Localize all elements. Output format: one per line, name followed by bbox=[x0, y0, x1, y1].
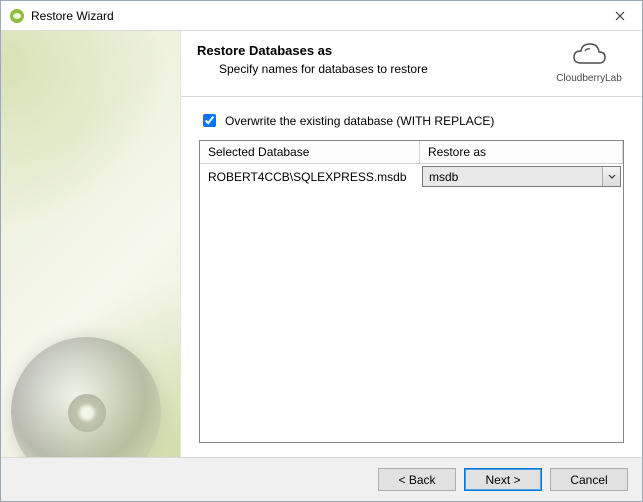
brand-logo: CloudberryLab bbox=[552, 41, 626, 84]
restore-as-input[interactable] bbox=[423, 167, 602, 186]
cell-restore-as bbox=[420, 164, 623, 189]
main-panel: Restore Databases as Specify names for d… bbox=[181, 31, 642, 457]
restore-as-combo[interactable] bbox=[422, 166, 621, 187]
overwrite-checkbox[interactable] bbox=[203, 114, 216, 127]
brand-label: CloudberryLab bbox=[556, 73, 622, 84]
window-title: Restore Wizard bbox=[31, 9, 597, 23]
titlebar: Restore Wizard bbox=[1, 1, 642, 31]
content-area: Overwrite the existing database (WITH RE… bbox=[181, 97, 642, 457]
next-button[interactable]: Next > bbox=[464, 468, 542, 491]
cell-selected-database: ROBERT4CCB\SQLEXPRESS.msdb bbox=[200, 164, 420, 189]
wizard-sidebar bbox=[1, 31, 181, 457]
table-row: ROBERT4CCB\SQLEXPRESS.msdb bbox=[200, 164, 623, 189]
col-restore-as[interactable]: Restore as bbox=[420, 141, 623, 163]
grid-body: ROBERT4CCB\SQLEXPRESS.msdb bbox=[200, 164, 623, 442]
disc-graphic bbox=[11, 337, 161, 457]
grid-header: Selected Database Restore as bbox=[200, 141, 623, 164]
footer: < Back Next > Cancel bbox=[1, 457, 642, 501]
chevron-down-icon[interactable] bbox=[602, 167, 620, 186]
close-button[interactable] bbox=[597, 1, 642, 30]
body-area: Restore Databases as Specify names for d… bbox=[1, 31, 642, 457]
page-title: Restore Databases as bbox=[197, 43, 552, 58]
database-grid: Selected Database Restore as ROBERT4CCB\… bbox=[199, 140, 624, 443]
cancel-button[interactable]: Cancel bbox=[550, 468, 628, 491]
back-button[interactable]: < Back bbox=[378, 468, 456, 491]
overwrite-label: Overwrite the existing database (WITH RE… bbox=[225, 114, 494, 128]
overwrite-checkbox-row[interactable]: Overwrite the existing database (WITH RE… bbox=[199, 111, 624, 130]
page-subtitle: Specify names for databases to restore bbox=[219, 62, 552, 76]
col-selected-database[interactable]: Selected Database bbox=[200, 141, 420, 163]
page-header: Restore Databases as Specify names for d… bbox=[181, 31, 642, 97]
app-icon bbox=[9, 8, 25, 24]
